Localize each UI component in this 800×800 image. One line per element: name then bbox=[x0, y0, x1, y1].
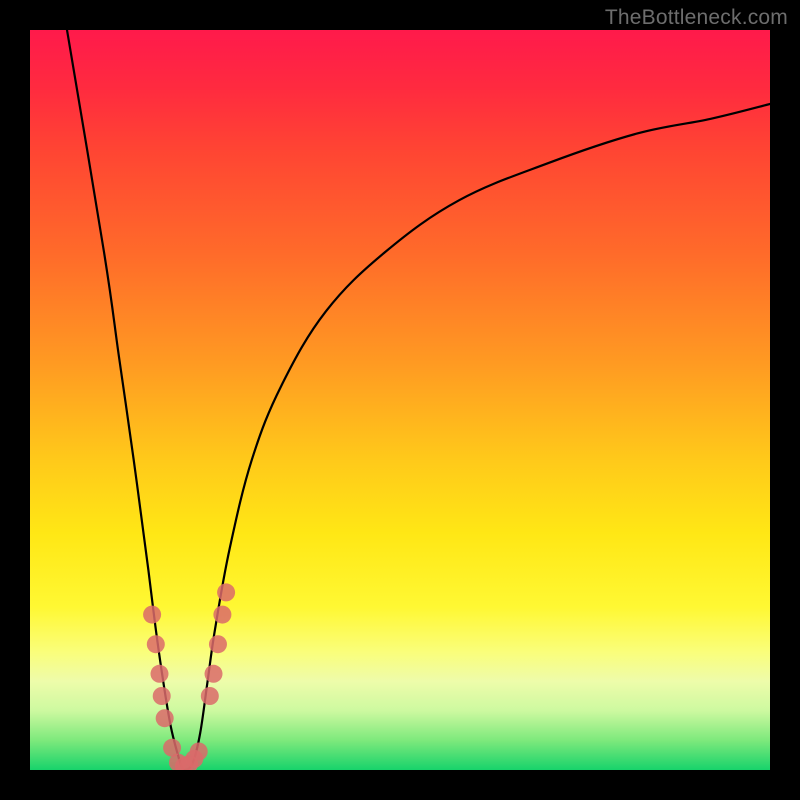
scatter-point bbox=[147, 635, 165, 653]
watermark-text: TheBottleneck.com bbox=[605, 6, 788, 30]
scatter-point bbox=[151, 665, 169, 683]
scatter-point bbox=[217, 583, 235, 601]
scatter-point bbox=[209, 635, 227, 653]
scatter-point bbox=[153, 687, 171, 705]
scatter-cluster bbox=[143, 583, 235, 770]
bottleneck-curve bbox=[67, 30, 770, 770]
scatter-point bbox=[205, 665, 223, 683]
scatter-point bbox=[156, 709, 174, 727]
plot-area bbox=[30, 30, 770, 770]
scatter-point bbox=[201, 687, 219, 705]
chart-svg bbox=[30, 30, 770, 770]
chart-container: TheBottleneck.com bbox=[0, 0, 800, 800]
scatter-point bbox=[213, 606, 231, 624]
scatter-point bbox=[143, 606, 161, 624]
scatter-point bbox=[190, 743, 208, 761]
